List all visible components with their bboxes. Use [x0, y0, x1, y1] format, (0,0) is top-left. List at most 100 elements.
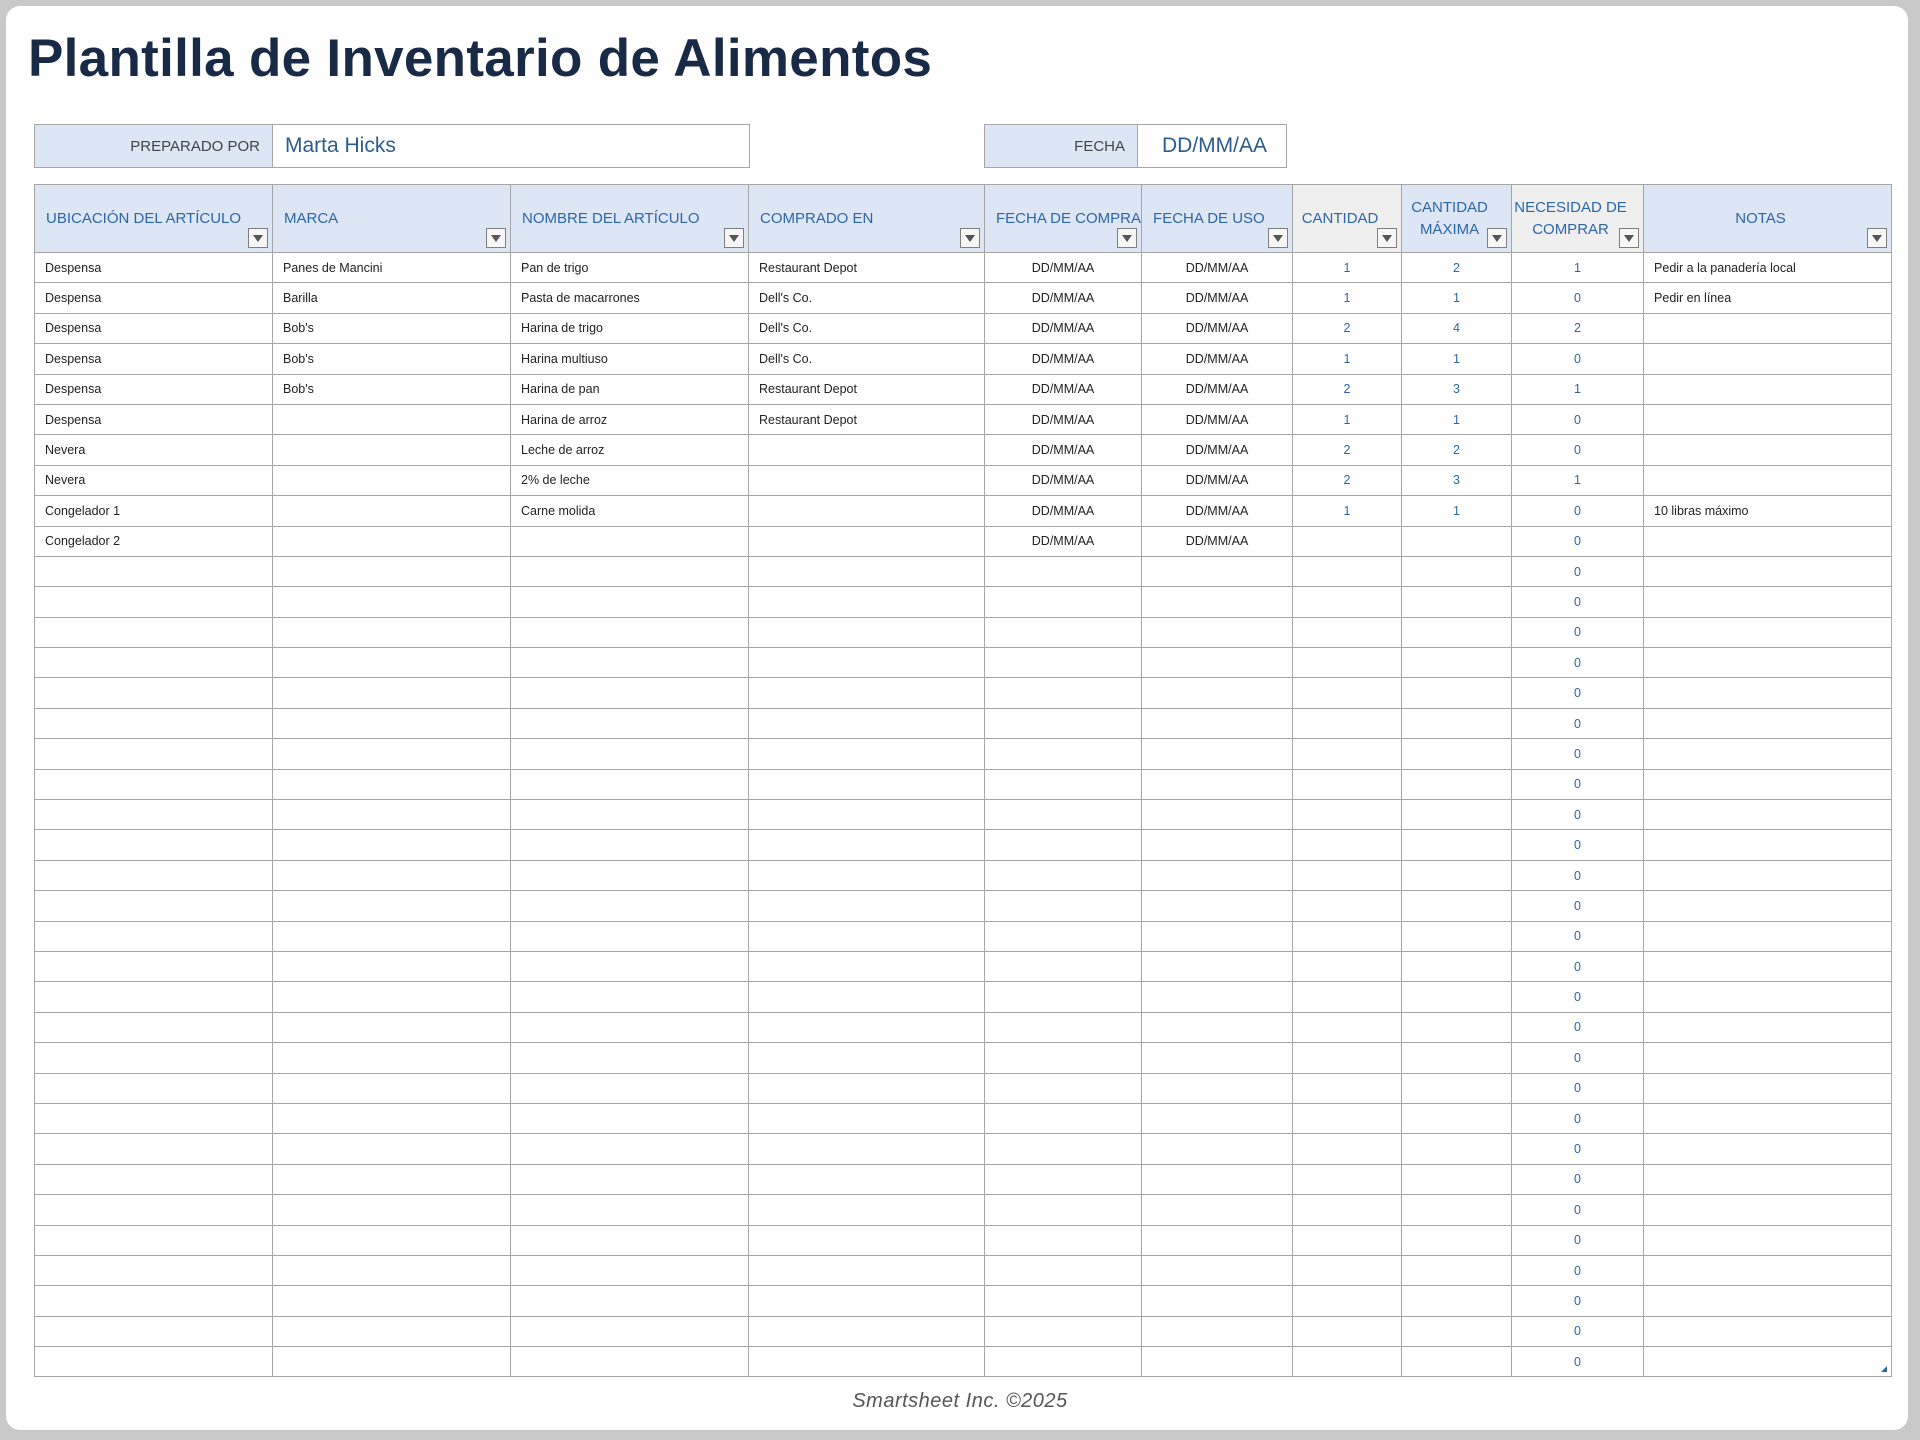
filter-dropdown-icon[interactable] [1377, 228, 1398, 248]
cell-quantity[interactable] [1292, 738, 1403, 770]
cell-purchased-at[interactable] [748, 1254, 985, 1287]
cell-max-quantity[interactable] [1401, 768, 1513, 801]
cell-notes[interactable]: 10 libras máximo [1643, 495, 1893, 527]
cell-need-to-buy[interactable]: 0 [1511, 1011, 1645, 1044]
cell-max-quantity[interactable]: 1 [1401, 343, 1513, 375]
cell-quantity[interactable] [1292, 525, 1403, 557]
cell-max-quantity[interactable] [1401, 829, 1513, 861]
filter-dropdown-icon[interactable] [724, 228, 744, 248]
cell-location[interactable] [34, 1315, 273, 1348]
cell-use-date[interactable]: DD/MM/AA [1141, 373, 1294, 405]
cell-purchased-at[interactable] [748, 829, 985, 861]
cell-location[interactable] [34, 1072, 273, 1104]
cell-purchase-date[interactable] [983, 677, 1143, 709]
cell-location[interactable] [34, 1254, 273, 1287]
cell-brand[interactable] [272, 586, 511, 618]
cell-purchased-at[interactable] [748, 1346, 985, 1378]
cell-purchase-date[interactable] [983, 1133, 1143, 1165]
cell-location[interactable]: Despensa [34, 282, 273, 314]
cell-use-date[interactable]: DD/MM/AA [1141, 403, 1294, 436]
cell-item-name[interactable]: Carne molida [510, 495, 749, 527]
cell-purchased-at[interactable] [748, 707, 985, 740]
cell-brand[interactable] [272, 616, 511, 649]
cell-quantity[interactable] [1292, 647, 1403, 679]
cell-location[interactable]: Despensa [34, 343, 273, 375]
cell-quantity[interactable] [1292, 768, 1403, 801]
cell-location[interactable] [34, 859, 273, 892]
cell-need-to-buy[interactable]: 0 [1511, 495, 1645, 527]
cell-quantity[interactable] [1292, 707, 1403, 740]
cell-notes[interactable]: Pedir en línea [1643, 282, 1893, 314]
cell-max-quantity[interactable]: 3 [1401, 464, 1513, 497]
cell-brand[interactable] [272, 1315, 511, 1348]
cell-need-to-buy[interactable]: 2 [1511, 312, 1645, 345]
cell-quantity[interactable]: 2 [1292, 464, 1403, 497]
cell-quantity[interactable] [1292, 586, 1403, 618]
cell-item-name[interactable]: 2% de leche [510, 464, 749, 497]
cell-use-date[interactable] [1141, 890, 1294, 922]
cell-purchased-at[interactable] [748, 890, 985, 922]
cell-need-to-buy[interactable]: 0 [1511, 1133, 1645, 1165]
cell-brand[interactable] [272, 434, 511, 466]
cell-item-name[interactable] [510, 890, 749, 922]
cell-item-name[interactable] [510, 677, 749, 709]
cell-location[interactable] [34, 1042, 273, 1074]
cell-purchase-date[interactable] [983, 738, 1143, 770]
filter-dropdown-icon[interactable] [960, 228, 980, 248]
cell-location[interactable]: Nevera [34, 434, 273, 466]
cell-notes[interactable] [1643, 920, 1893, 952]
cell-use-date[interactable] [1141, 920, 1294, 952]
cell-brand[interactable] [272, 799, 511, 831]
cell-brand[interactable] [272, 1011, 511, 1044]
cell-item-name[interactable] [510, 981, 749, 1013]
cell-brand[interactable] [272, 920, 511, 952]
cell-need-to-buy[interactable]: 0 [1511, 343, 1645, 375]
cell-purchased-at[interactable] [748, 1315, 985, 1348]
cell-brand[interactable]: Bob's [272, 312, 511, 345]
cell-purchased-at[interactable] [748, 1011, 985, 1044]
cell-brand[interactable] [272, 677, 511, 709]
cell-item-name[interactable] [510, 1072, 749, 1104]
cell-purchased-at[interactable] [748, 647, 985, 679]
cell-item-name[interactable] [510, 525, 749, 557]
cell-need-to-buy[interactable]: 0 [1511, 403, 1645, 436]
cell-need-to-buy[interactable]: 0 [1511, 950, 1645, 983]
cell-quantity[interactable]: 1 [1292, 403, 1403, 436]
cell-purchase-date[interactable] [983, 1102, 1143, 1135]
cell-brand[interactable] [272, 1042, 511, 1074]
cell-max-quantity[interactable] [1401, 1011, 1513, 1044]
cell-need-to-buy[interactable]: 0 [1511, 1102, 1645, 1135]
cell-location[interactable] [34, 1224, 273, 1256]
cell-item-name[interactable] [510, 1254, 749, 1287]
cell-need-to-buy[interactable]: 0 [1511, 859, 1645, 892]
cell-location[interactable]: Despensa [34, 373, 273, 405]
cell-item-name[interactable]: Harina de trigo [510, 312, 749, 345]
cell-quantity[interactable] [1292, 1042, 1403, 1074]
cell-quantity[interactable] [1292, 1254, 1403, 1287]
cell-purchase-date[interactable]: DD/MM/AA [983, 251, 1143, 284]
cell-notes[interactable] [1643, 768, 1893, 801]
cell-quantity[interactable] [1292, 677, 1403, 709]
cell-item-name[interactable] [510, 586, 749, 618]
cell-purchase-date[interactable] [983, 859, 1143, 892]
cell-brand[interactable] [272, 1163, 511, 1196]
cell-location[interactable]: Congelador 2 [34, 525, 273, 557]
cell-notes[interactable] [1643, 1163, 1893, 1196]
cell-purchased-at[interactable] [748, 1285, 985, 1317]
cell-purchased-at[interactable] [748, 920, 985, 952]
cell-purchase-date[interactable] [983, 1163, 1143, 1196]
cell-item-name[interactable]: Leche de arroz [510, 434, 749, 466]
cell-item-name[interactable] [510, 859, 749, 892]
cell-use-date[interactable] [1141, 1315, 1294, 1348]
cell-notes[interactable] [1643, 1285, 1893, 1317]
cell-purchased-at[interactable] [748, 768, 985, 801]
cell-purchase-date[interactable] [983, 586, 1143, 618]
cell-brand[interactable] [272, 981, 511, 1013]
cell-purchase-date[interactable] [983, 920, 1143, 952]
cell-purchased-at[interactable] [748, 555, 985, 588]
cell-purchase-date[interactable] [983, 1194, 1143, 1226]
cell-need-to-buy[interactable]: 0 [1511, 920, 1645, 952]
cell-item-name[interactable] [510, 555, 749, 588]
cell-brand[interactable] [272, 1194, 511, 1226]
cell-need-to-buy[interactable]: 0 [1511, 586, 1645, 618]
